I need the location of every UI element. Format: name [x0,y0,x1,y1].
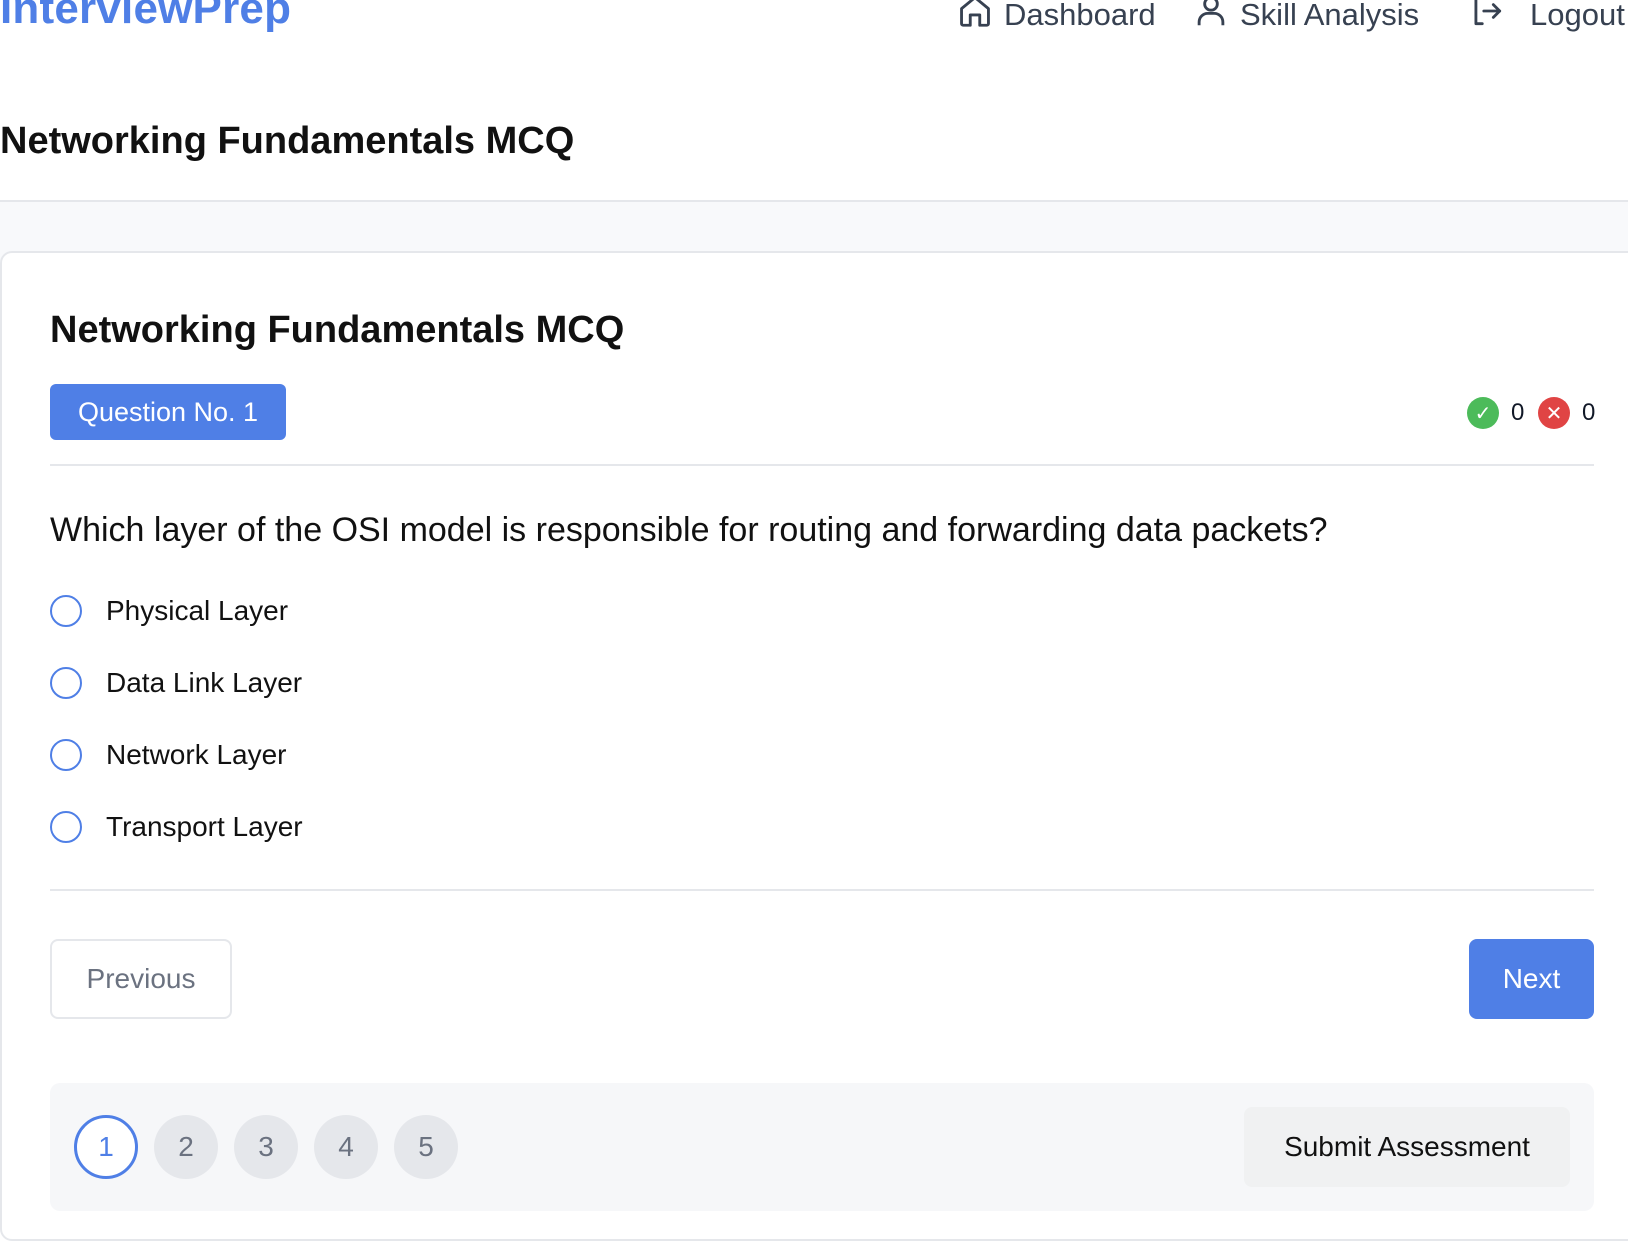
question-page-button[interactable]: 3 [234,1115,298,1179]
question-page-button[interactable]: 2 [154,1115,218,1179]
brand-logo[interactable]: InterviewPrep [0,0,291,34]
answer-option[interactable]: Physical Layer [50,591,288,631]
page-header: Networking Fundamentals MCQ [0,62,1628,202]
radio-button[interactable] [50,739,82,771]
question-navigator: 1 2 3 4 5 Submit Assessment [50,1083,1594,1211]
answer-option-label: Transport Layer [106,811,303,842]
answer-option[interactable]: Network Layer [50,735,287,775]
radio-button[interactable] [50,811,82,843]
wrong-counter: ✕ 0 [1538,396,1595,430]
nav-skill-analysis-label: Skill Analysis [1240,0,1420,32]
nav-logout-label: Logout [1530,0,1625,32]
question-page-button[interactable]: 1 [74,1115,138,1179]
radio-button[interactable] [50,595,82,627]
quiz-card: Networking Fundamentals MCQ Question No.… [0,251,1628,1241]
submit-assessment-button[interactable]: Submit Assessment [1244,1107,1570,1187]
answer-option[interactable]: Data Link Layer [50,663,302,703]
logout-icon [1468,0,1506,38]
divider [50,889,1594,891]
home-icon [956,0,994,38]
nav-dashboard-link[interactable]: Dashboard [956,0,1156,38]
question-text: Which layer of the OSI model is responsi… [50,511,1328,549]
previous-button[interactable]: Previous [50,939,232,1019]
divider [50,464,1594,466]
nav-dashboard-label: Dashboard [1004,0,1156,32]
check-circle-icon: ✓ [1467,397,1499,429]
answer-option-label: Data Link Layer [106,667,303,698]
answer-option-label: Physical Layer [106,595,289,626]
question-page-button[interactable]: 4 [314,1115,378,1179]
answer-option-label: Network Layer [106,739,287,770]
page-title: Networking Fundamentals MCQ [0,120,575,162]
correct-counter: ✓ 0 [1467,396,1524,430]
answer-option[interactable]: Transport Layer [50,807,303,847]
nav-skill-analysis-link[interactable]: Skill Analysis [1192,0,1419,38]
nav-logout-button[interactable]: Logout [1468,0,1625,38]
radio-button[interactable] [50,667,82,699]
x-circle-icon: ✕ [1538,397,1570,429]
next-button[interactable]: Next [1469,939,1594,1019]
correct-count: 0 [1511,399,1525,426]
top-navbar: InterviewPrep Dashboard Skill Analysis L… [0,0,1628,62]
question-number-badge: Question No. 1 [50,384,286,440]
question-page-button[interactable]: 5 [394,1115,458,1179]
wrong-count: 0 [1582,399,1596,426]
quiz-title: Networking Fundamentals MCQ [50,309,625,351]
user-icon [1192,0,1230,38]
